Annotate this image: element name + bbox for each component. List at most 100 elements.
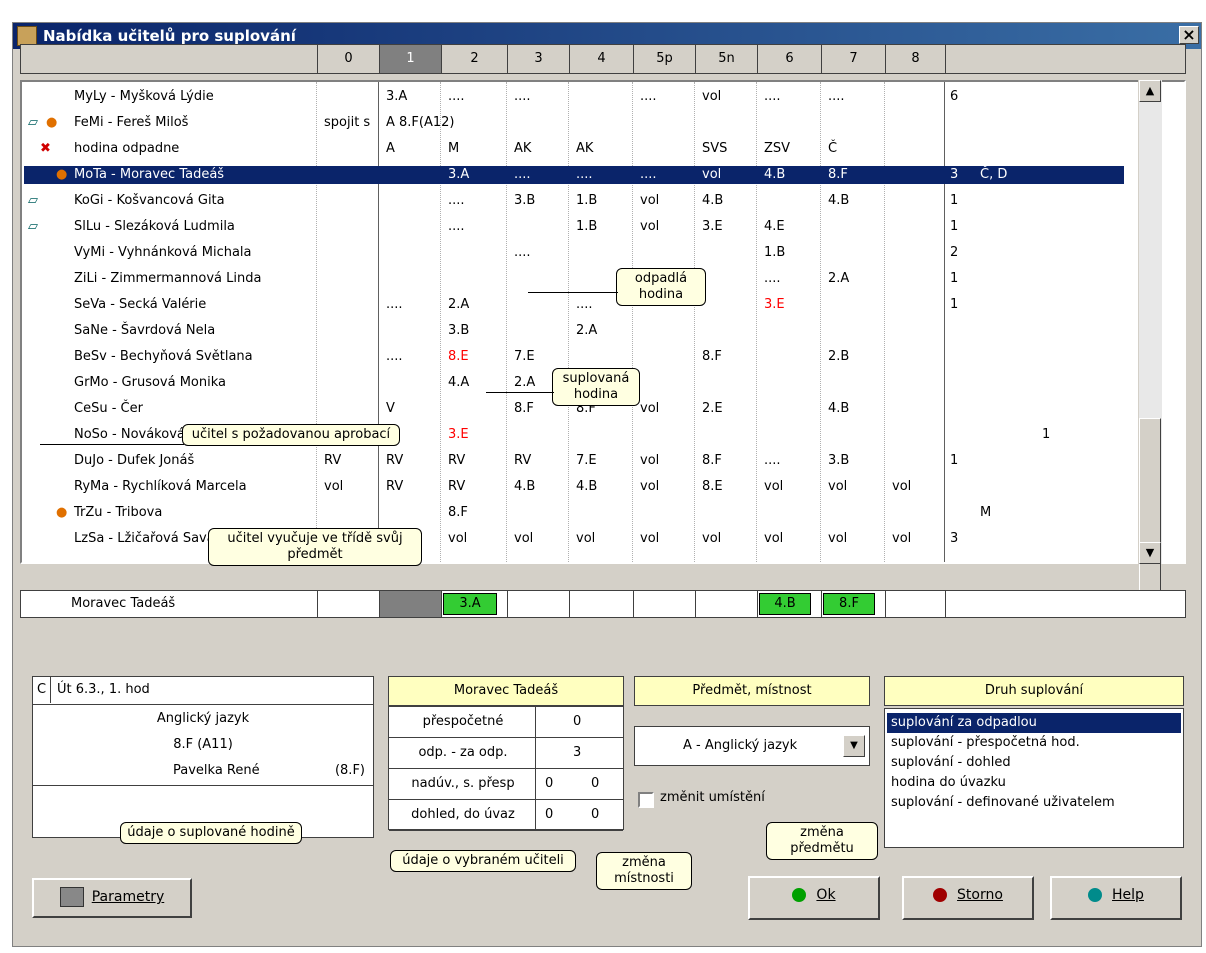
- cell-hour-2[interactable]: ....: [448, 218, 465, 236]
- cell-hour-2[interactable]: ....: [448, 192, 465, 210]
- parametry-button[interactable]: Parametry: [32, 878, 192, 918]
- table-row[interactable]: LzSa - Lžičařová Sava vol vol vol vol vol vol v…: [24, 530, 1144, 548]
- close-button[interactable]: ×: [1179, 26, 1199, 44]
- cell-hour-4[interactable]: AK: [576, 140, 593, 158]
- cell-hour-3[interactable]: ....: [514, 244, 531, 262]
- cell-hour-5n[interactable]: 8.E: [702, 478, 723, 496]
- cell-hour-1[interactable]: RV: [386, 452, 403, 470]
- cell-hour-2[interactable]: RV: [448, 478, 465, 496]
- table-row[interactable]: DuJo - Dufek Jonáš RV RV RV RV 7.E vol 8.F.... 3…: [24, 452, 1144, 470]
- table-row[interactable]: RyMa - Rychlíková Marcela vol RV RV 4.B 4.B vo…: [24, 478, 1144, 496]
- supl-type-option[interactable]: hodina do úvazku: [887, 773, 1181, 793]
- cell-hour-1[interactable]: ....: [386, 348, 403, 366]
- column-header-6[interactable]: 5p: [633, 45, 695, 73]
- storno-button[interactable]: Storno: [902, 876, 1034, 920]
- cell-hour-3[interactable]: vol: [514, 530, 533, 548]
- cell-hour-7[interactable]: 3.B: [828, 452, 849, 470]
- table-row[interactable]: ▱ ● FeMi - Fereš Miloš spojit s A 8.F(A12): [24, 114, 1144, 132]
- cell-hour-5p[interactable]: vol: [640, 218, 659, 236]
- cell-hour-8[interactable]: vol: [892, 478, 911, 496]
- column-header-5[interactable]: 4: [569, 45, 633, 73]
- cell-hour-5n[interactable]: 8.F: [702, 452, 722, 470]
- cell-hour-3[interactable]: 3.B: [514, 192, 535, 210]
- column-header-0[interactable]: [21, 45, 317, 73]
- cell-hour-3[interactable]: 2.A: [514, 374, 535, 392]
- cell-hour-4[interactable]: 4.B: [576, 478, 597, 496]
- cell-hour-5p[interactable]: vol: [640, 400, 659, 418]
- cell-hour-7[interactable]: 4.B: [828, 400, 849, 418]
- cell-hour-5p[interactable]: vol: [640, 192, 659, 210]
- cell-hour-3[interactable]: 7.E: [514, 348, 535, 366]
- cell-hour-6[interactable]: 1.B: [764, 244, 785, 262]
- column-header-7[interactable]: 5n: [695, 45, 757, 73]
- cell-hour-2[interactable]: ....: [448, 88, 465, 106]
- cell-hour-2[interactable]: 2.A: [448, 296, 469, 314]
- cell-hour-5n[interactable]: 3.E: [702, 218, 723, 236]
- cell-hour-2[interactable]: 3.E: [448, 426, 469, 444]
- cell-hour-4[interactable]: 7.E: [576, 452, 597, 470]
- table-row[interactable]: ● MoTa - Moravec Tadeáš 3.A............ vol…: [24, 166, 1124, 184]
- cell-hour-2[interactable]: M: [448, 140, 459, 158]
- scroll-thumb[interactable]: [1139, 418, 1161, 602]
- cell-hour-2[interactable]: vol: [448, 530, 467, 548]
- cell-hour-5p[interactable]: vol: [640, 530, 659, 548]
- cell-hour-2[interactable]: 3.B: [448, 322, 469, 340]
- supl-type-option[interactable]: suplování - přespočetná hod.: [887, 733, 1181, 753]
- cell-hour-7[interactable]: ....: [828, 88, 845, 106]
- cell-hour-5p[interactable]: vol: [640, 452, 659, 470]
- supl-type-option[interactable]: suplování - dohled: [887, 753, 1181, 773]
- cell-hour-8[interactable]: vol: [892, 530, 911, 548]
- column-header-1[interactable]: 0: [317, 45, 379, 73]
- cell-hour-2[interactable]: 3.A: [448, 166, 469, 184]
- cell-hour-7[interactable]: 8.F: [828, 166, 848, 184]
- cell-hour-6[interactable]: ....: [764, 270, 781, 288]
- column-header-3[interactable]: 2: [441, 45, 507, 73]
- cell-hour-6[interactable]: vol: [764, 530, 783, 548]
- cell-hour-2[interactable]: 8.F: [448, 504, 468, 522]
- cell-hour-5n[interactable]: vol: [702, 88, 721, 106]
- cell-hour-7[interactable]: 2.B: [828, 348, 849, 366]
- cell-hour-7[interactable]: 4.B: [828, 192, 849, 210]
- table-row[interactable]: ✖ hodina odpadne A M AK AK SVS ZSV Č: [24, 140, 1144, 158]
- cell-hour-5n[interactable]: vol: [702, 530, 721, 548]
- cell-hour-1[interactable]: A 8.F(A12): [386, 114, 455, 132]
- cell-hour-7[interactable]: vol: [828, 530, 847, 548]
- cell-hour-3[interactable]: 4.B: [514, 478, 535, 496]
- cell-hour-5p[interactable]: ....: [640, 88, 657, 106]
- column-header-9[interactable]: 7: [821, 45, 885, 73]
- cell-hour-4[interactable]: vol: [576, 530, 595, 548]
- table-row[interactable]: SeVa - Secká Valérie.... 2.A.... 3.E 1: [24, 296, 1144, 314]
- cell-hour-4[interactable]: ....: [576, 166, 593, 184]
- cell-hour-3[interactable]: AK: [514, 140, 531, 158]
- cell-hour-5n[interactable]: 2.E: [702, 400, 723, 418]
- supl-type-option[interactable]: suplování - definované uživatelem: [887, 793, 1181, 813]
- cell-hour-3[interactable]: ....: [514, 88, 531, 106]
- subject-select[interactable]: A - Anglický jazyk ▼: [634, 726, 870, 766]
- table-row[interactable]: BeSv - Bechyňová Světlana.... 8.E 7.E 8.F 2.…: [24, 348, 1144, 366]
- cell-hour-3[interactable]: RV: [514, 452, 531, 470]
- table-row[interactable]: ● TrZu - Tribova 8.F M: [24, 504, 1144, 522]
- table-row[interactable]: ▱ SlLu - Slezáková Ludmila.... 1.B vol 3.E 4.…: [24, 218, 1144, 236]
- cell-hour-6[interactable]: ZSV: [764, 140, 790, 158]
- column-header-10[interactable]: 8: [885, 45, 945, 73]
- cell-hour-5n[interactable]: SVS: [702, 140, 727, 158]
- cell-hour-5p[interactable]: vol: [640, 478, 659, 496]
- cell-hour-6[interactable]: 4.B: [764, 166, 785, 184]
- cell-hour-4[interactable]: 1.B: [576, 218, 597, 236]
- cell-hour-3[interactable]: 8.F: [514, 400, 534, 418]
- teacher-grid[interactable]: MyLy - Myšková Lýdie 3.A............ vol..…: [20, 80, 1186, 564]
- supl-type-option[interactable]: suplování za odpadlou: [887, 713, 1181, 733]
- cell-hour-0[interactable]: spojit s: [324, 114, 370, 132]
- cell-hour-7[interactable]: 2.A: [828, 270, 849, 288]
- scroll-up-icon[interactable]: ▲: [1139, 80, 1161, 102]
- cell-hour-2[interactable]: 4.A: [448, 374, 469, 392]
- change-room-checkbox[interactable]: [638, 792, 654, 808]
- supl-type-list[interactable]: suplování za odpadlou suplování - přespoč…: [884, 708, 1184, 848]
- dropdown-arrow-icon[interactable]: ▼: [843, 735, 865, 757]
- cell-hour-6[interactable]: 3.E: [764, 296, 785, 314]
- table-row[interactable]: ZiLi - Zimmermannová Linda.... 2.A 1: [24, 270, 1144, 288]
- cell-hour-5n[interactable]: 8.F: [702, 348, 722, 366]
- cell-hour-5p[interactable]: ....: [640, 166, 657, 184]
- table-row[interactable]: ▱ KoGi - Košvancová Gita.... 3.B 1.B vol 4.B 4…: [24, 192, 1144, 210]
- help-button[interactable]: Help: [1050, 876, 1182, 920]
